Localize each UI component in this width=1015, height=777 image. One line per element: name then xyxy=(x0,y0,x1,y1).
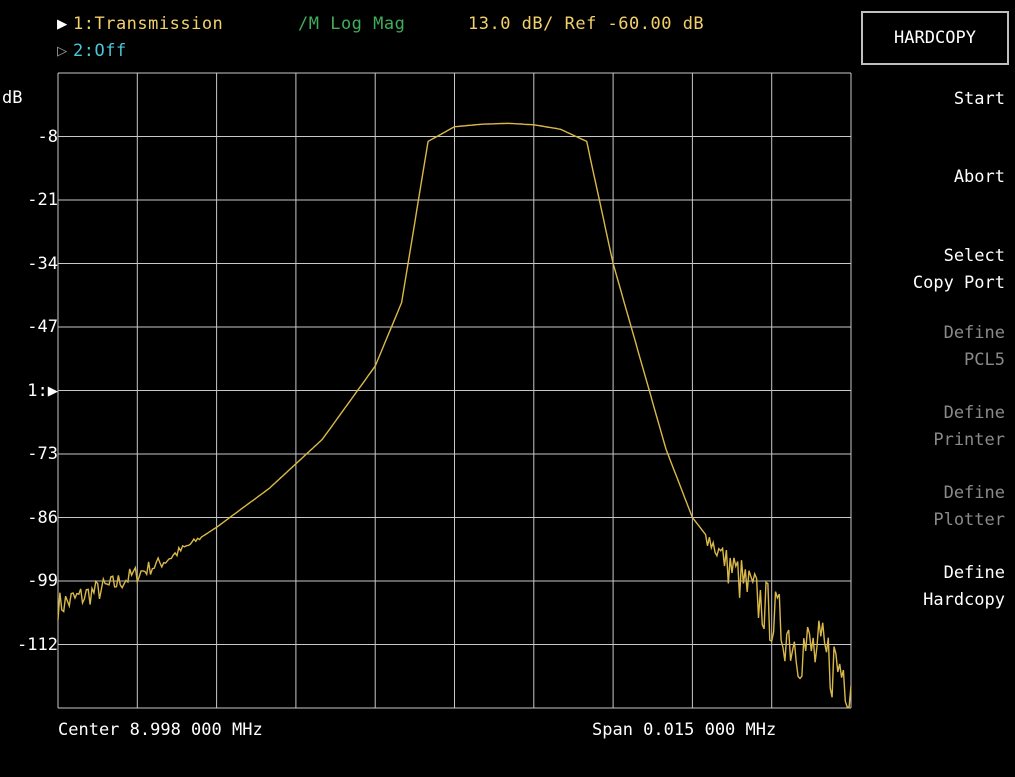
define-plotter-softkey[interactable]: Define Plotter xyxy=(933,480,1005,534)
define-printer-line2: Printer xyxy=(933,430,1005,450)
y-tick-label: -86 xyxy=(27,507,58,528)
y-tick-label: -47 xyxy=(27,317,58,337)
abort-softkey-line1: Abort xyxy=(953,167,1005,187)
abort-softkey[interactable]: Abort xyxy=(954,164,1005,191)
define-hardcopy-line1: Define xyxy=(943,563,1005,583)
define-plotter-line1: Define xyxy=(943,483,1005,503)
define-plotter-line2: Plotter xyxy=(933,510,1005,530)
softkey-menu-title: HARDCOPY xyxy=(861,11,1009,65)
softkey-panel: HARDCOPY Start Abort Select Copy Port De… xyxy=(858,0,1015,777)
select-copy-port-line1: Select xyxy=(943,246,1005,266)
start-softkey-line1: Start xyxy=(953,89,1005,109)
select-copy-port-line2: Copy Port xyxy=(912,273,1005,293)
define-pcl5-softkey[interactable]: Define PCL5 xyxy=(944,320,1005,374)
span-frequency[interactable]: Span 0.015 000 MHz xyxy=(592,720,776,740)
y-tick-label: -99 xyxy=(27,571,58,591)
define-printer-line1: Define xyxy=(943,403,1005,423)
y-tick-label: -73 xyxy=(27,444,58,464)
define-printer-softkey[interactable]: Define Printer xyxy=(933,400,1005,454)
define-pcl5-line2: PCL5 xyxy=(964,350,1005,370)
center-frequency[interactable]: Center 8.998 000 MHz xyxy=(58,720,263,740)
y-tick-label: -21 xyxy=(27,190,58,210)
y-axis-unit: dB xyxy=(2,88,23,108)
trace-plot[interactable] xyxy=(0,0,858,777)
y-tick-label: 1:▶ xyxy=(27,380,58,401)
define-pcl5-line1: Define xyxy=(943,323,1005,343)
define-hardcopy-line2: Hardcopy xyxy=(923,590,1005,610)
y-tick-label: -112 xyxy=(17,634,58,655)
y-tick-label: -34 xyxy=(27,253,58,274)
select-copy-port-softkey[interactable]: Select Copy Port xyxy=(913,243,1005,297)
y-tick-label: -8 xyxy=(37,126,58,147)
start-softkey[interactable]: Start xyxy=(954,86,1005,113)
define-hardcopy-softkey[interactable]: Define Hardcopy xyxy=(923,560,1005,614)
